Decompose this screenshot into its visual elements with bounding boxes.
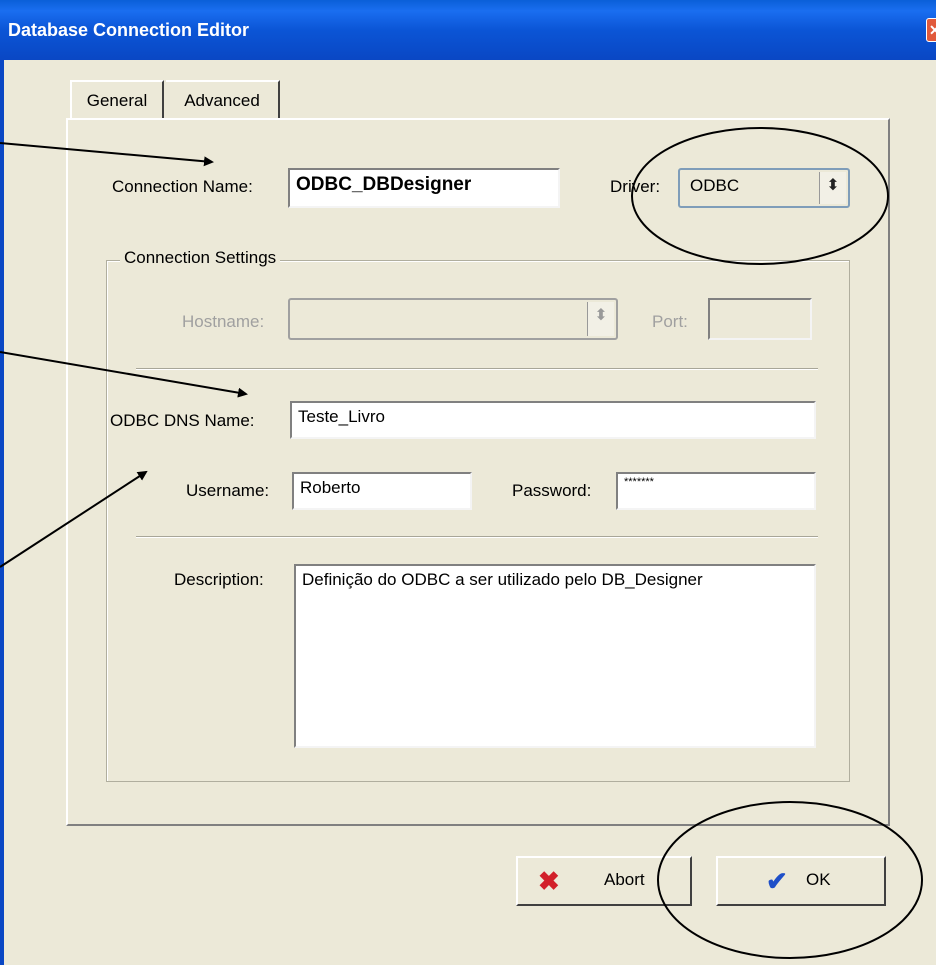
hostname-label: Hostname: (182, 312, 265, 331)
abort-button[interactable]: ✖ Abort (516, 856, 692, 906)
window-title: Database Connection Editor (8, 20, 250, 40)
port-input (708, 298, 812, 340)
dialog-window: Database Connection Editor ✕ General Adv… (0, 0, 936, 965)
x-icon: ✖ (538, 866, 560, 896)
separator (136, 368, 818, 370)
password-label: Password: (512, 481, 592, 500)
tab-general-label: General (86, 91, 148, 110)
hostname-select: ⬍ (288, 298, 618, 340)
password-input[interactable]: ******* (616, 472, 816, 510)
username-label: Username: (186, 481, 270, 500)
tab-advanced[interactable]: Advanced (166, 80, 280, 118)
title-bar[interactable]: Database Connection Editor ✕ (0, 0, 936, 60)
description-label: Description: (174, 570, 264, 589)
ok-button[interactable]: ✔ OK (716, 856, 886, 906)
separator (136, 536, 818, 538)
connection-name-input[interactable]: ODBC_DBDesigner (288, 168, 560, 208)
odbc-dns-input[interactable]: Teste_Livro (290, 401, 816, 439)
select-arrows-icon[interactable]: ⬍ (819, 172, 846, 204)
checkmark-icon: ✔ (766, 866, 788, 896)
tab-general[interactable]: General (70, 80, 164, 118)
odbc-dns-label: ODBC DNS Name: (110, 411, 255, 430)
description-textarea[interactable]: Definição do ODBC a ser utilizado pelo D… (294, 564, 816, 748)
driver-value: ODBC (690, 176, 740, 195)
window-frame (0, 60, 4, 965)
abort-button-label: Abort (604, 870, 645, 889)
driver-label: Driver: (610, 177, 661, 196)
connection-name-label: Connection Name: (112, 177, 253, 196)
username-input[interactable]: Roberto (292, 472, 472, 510)
connection-settings-title: Connection Settings (120, 248, 281, 268)
close-icon[interactable]: ✕ (926, 18, 936, 42)
driver-select[interactable]: ODBC ⬍ (678, 168, 850, 208)
ok-button-label: OK (806, 870, 831, 889)
port-label: Port: (652, 312, 688, 331)
select-arrows-icon: ⬍ (587, 302, 614, 336)
tab-advanced-label: Advanced (184, 91, 260, 110)
